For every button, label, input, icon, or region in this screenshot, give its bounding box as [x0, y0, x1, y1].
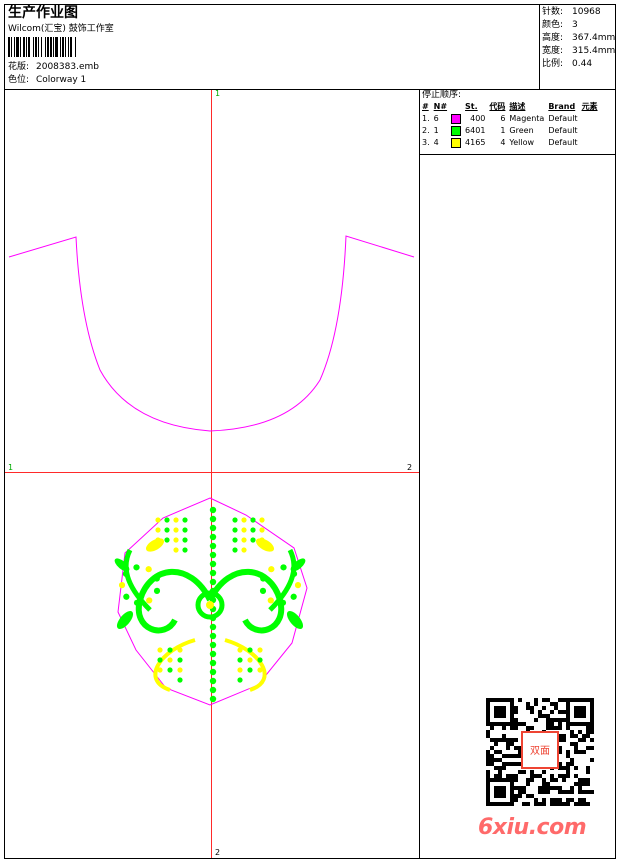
neckline-outline: [8, 235, 415, 432]
stamp-text: 双面: [530, 745, 550, 757]
watermark-site: 6xiu.com: [478, 815, 587, 840]
qr-code: 双面: [486, 698, 594, 806]
